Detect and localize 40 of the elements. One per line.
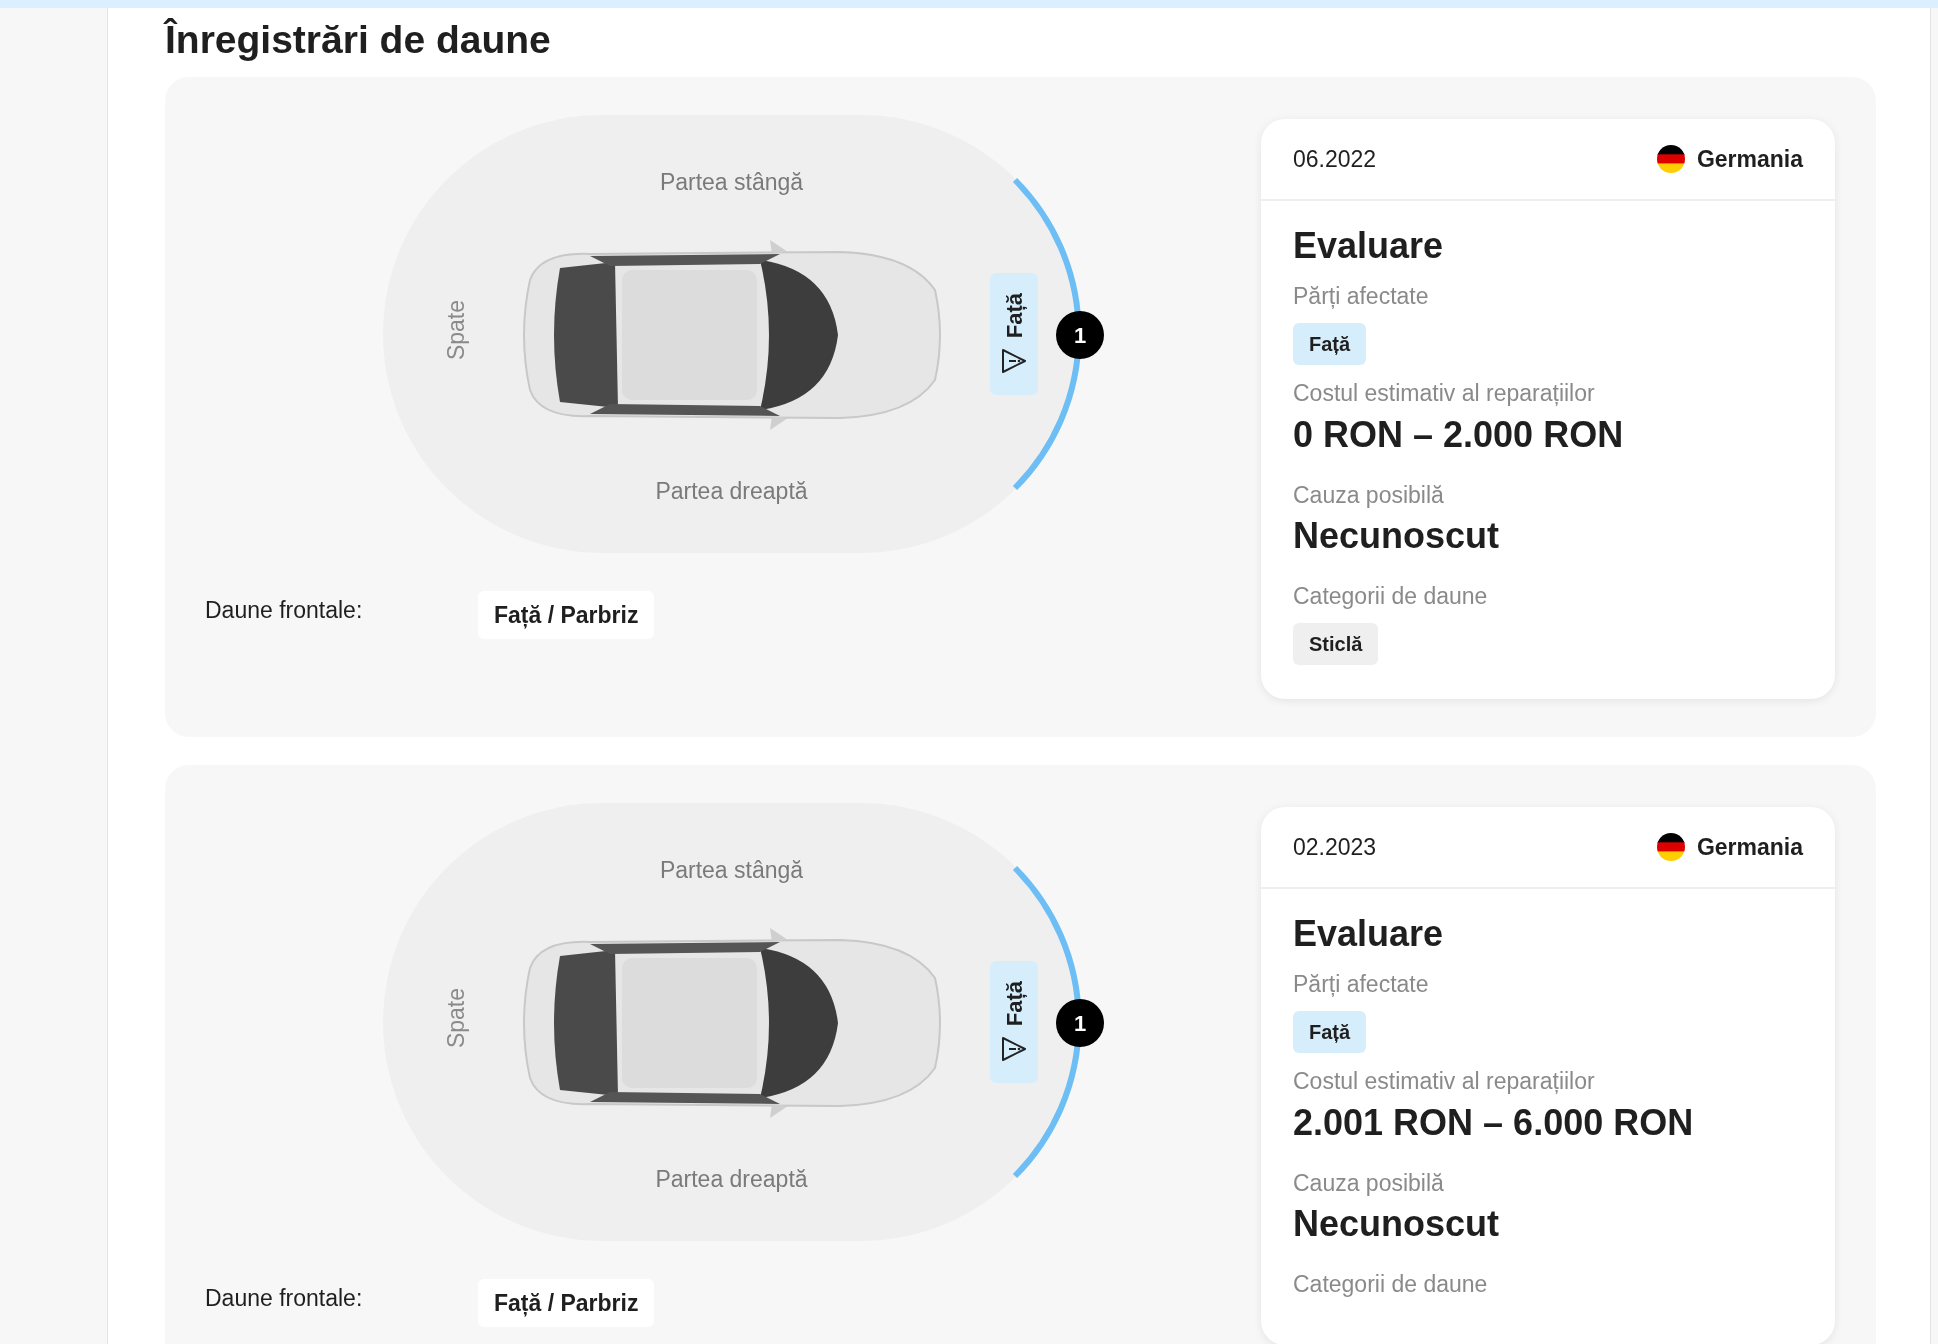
side-label: Partea dreaptă (655, 1166, 808, 1192)
record-date: 02.2023 (1293, 832, 1377, 862)
field-label: Costul estimativ al reparațiilor (1293, 1066, 1596, 1096)
field-label: Cauza posibilă (1293, 1168, 1445, 1198)
damage-label: Daune frontale: (205, 1283, 364, 1313)
side-label: Spate (442, 300, 470, 361)
damage-marker: 1 (1056, 999, 1104, 1047)
zone-tag[interactable]: Față (990, 961, 1038, 1083)
field-label: Categorii de daune (1293, 582, 1489, 611)
flag-icon (1656, 833, 1685, 861)
field-label: Costul estimativ al reparațiilor (1293, 378, 1596, 408)
field-value: 0 RON – 2.000 RON (1293, 412, 1625, 457)
flag-icon (1656, 145, 1685, 173)
field-value: Necunoscut (1293, 514, 1501, 559)
damage-value: Față / Parbriz (478, 1279, 655, 1327)
country-name: Germania (1696, 144, 1803, 174)
section-title: Înregistrări de daune (165, 17, 552, 63)
field-value: 2.001 RON – 6.000 RON (1293, 1100, 1695, 1145)
side-label: Partea dreaptă (655, 478, 808, 504)
side-label: Partea stângă (659, 169, 804, 195)
side-label: Spate (442, 988, 470, 1049)
damage-label: Daune frontale: (205, 595, 364, 625)
category-tag: Sticlă (1293, 623, 1379, 665)
field-label: Cauza posibilă (1293, 480, 1445, 510)
part-tag: Față (1293, 322, 1367, 365)
warning-icon (1001, 1034, 1027, 1063)
zone-tag[interactable]: Față (990, 273, 1038, 395)
record-date: 06.2022 (1293, 144, 1377, 174)
field-label: Categorii de daune (1293, 1270, 1489, 1299)
side-label: Partea stângă (659, 857, 804, 883)
damage-value: Față / Parbriz (478, 591, 655, 639)
country-name: Germania (1696, 832, 1803, 862)
part-tag: Față (1293, 1010, 1367, 1053)
field-label: Părți afectate (1293, 970, 1430, 999)
field-label: Părți afectate (1293, 282, 1430, 311)
damage-marker: 1 (1056, 311, 1104, 359)
warning-icon (1001, 346, 1027, 375)
field-value: Necunoscut (1293, 1202, 1501, 1247)
assessment-title: Evaluare (1293, 224, 1445, 268)
assessment-title: Evaluare (1293, 912, 1445, 956)
